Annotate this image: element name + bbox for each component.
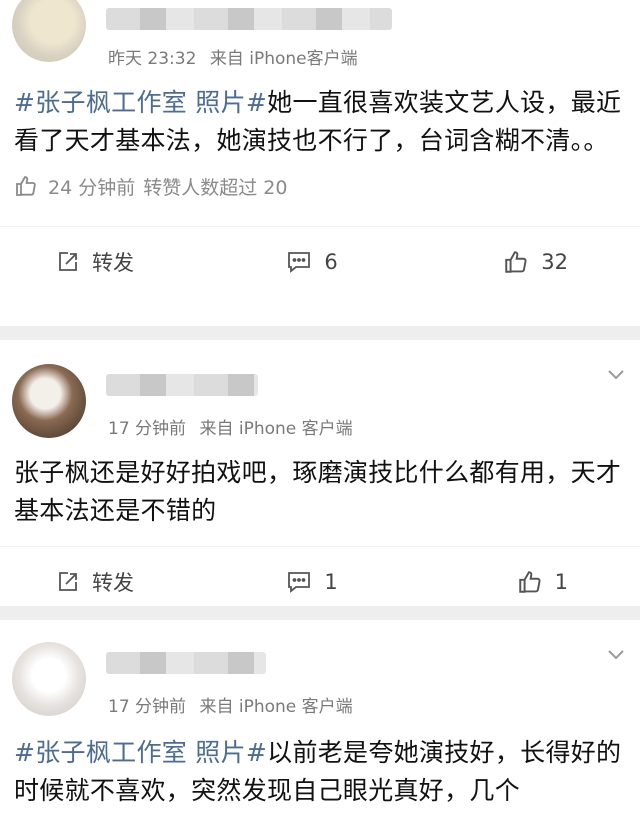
post-card: 17 分钟前 来自 iPhone 客户端 #张子枫工作室 照片#以前老是夸她演技… bbox=[0, 620, 640, 820]
repost-label: 转发 bbox=[92, 571, 134, 595]
comment-button[interactable]: 1 bbox=[227, 570, 398, 594]
liked-notice: 24 分钟前 转赞人数超过 20 bbox=[0, 168, 640, 204]
post-source: 来自 iPhone 客户端 bbox=[199, 419, 353, 439]
comment-button[interactable]: 6 bbox=[227, 250, 398, 274]
comment-icon bbox=[288, 252, 311, 273]
separator bbox=[0, 326, 640, 340]
username-blurred[interactable] bbox=[106, 374, 258, 396]
thumbs-up-icon bbox=[505, 251, 527, 273]
username-blurred[interactable] bbox=[106, 8, 392, 30]
avatar[interactable] bbox=[12, 364, 86, 438]
thumbs-up-icon bbox=[16, 176, 36, 196]
thumbs-up-icon bbox=[518, 571, 541, 593]
action-bar: 转发 6 32 bbox=[0, 226, 640, 297]
post-meta: 17 分钟前 来自 iPhone 客户端 bbox=[108, 692, 353, 717]
repost-button[interactable]: 转发 bbox=[0, 567, 227, 597]
post-card: 昨天 23:32 来自 iPhone客户端 #张子枫工作室 照片#她一直很喜欢装… bbox=[0, 0, 640, 326]
post-text: #张子枫工作室 照片#以前老是夸她演技好，长得好的时候就不喜欢，突然发现自己眼光… bbox=[0, 734, 640, 810]
avatar[interactable] bbox=[12, 642, 86, 716]
avatar[interactable] bbox=[12, 0, 86, 62]
like-button[interactable]: 32 bbox=[397, 249, 640, 275]
share-edit-icon bbox=[59, 252, 77, 271]
like-count: 32 bbox=[541, 250, 569, 274]
post-time: 17 分钟前 bbox=[108, 419, 187, 439]
post-text: 张子枫还是好好拍戏吧，琢磨演技比什么都有用，天才基本法还是不错的 bbox=[0, 454, 640, 530]
comment-icon bbox=[288, 572, 311, 593]
post-body: 张子枫还是好好拍戏吧，琢磨演技比什么都有用，天才基本法还是不错的 bbox=[14, 458, 622, 525]
username-blurred[interactable] bbox=[106, 652, 266, 674]
post-meta: 17 分钟前 来自 iPhone 客户端 bbox=[108, 414, 353, 439]
repost-button[interactable]: 转发 bbox=[0, 247, 227, 277]
share-edit-icon bbox=[59, 572, 77, 591]
comment-count: 6 bbox=[324, 250, 338, 274]
post-header: 17 分钟前 来自 iPhone 客户端 bbox=[0, 620, 640, 724]
liked-time: 24 分钟前 bbox=[48, 176, 136, 199]
weibo-feed: 昨天 23:32 来自 iPhone客户端 #张子枫工作室 照片#她一直很喜欢装… bbox=[0, 0, 640, 820]
comment-count: 1 bbox=[324, 570, 338, 594]
post-time: 昨天 23:32 bbox=[108, 49, 197, 69]
topic-tag[interactable]: #张子枫工作室 照片# bbox=[14, 738, 267, 767]
chevron-down-icon[interactable] bbox=[606, 364, 626, 384]
post-source: 来自 iPhone 客户端 bbox=[199, 697, 353, 717]
liked-count-text: 转赞人数超过 20 bbox=[143, 176, 288, 199]
post-card: 17 分钟前 来自 iPhone 客户端 张子枫还是好好拍戏吧，琢磨演技比什么都… bbox=[0, 340, 640, 606]
topic-tag[interactable]: #张子枫工作室 照片# bbox=[14, 88, 267, 117]
post-time: 17 分钟前 bbox=[108, 697, 187, 717]
post-text: #张子枫工作室 照片#她一直很喜欢装文艺人设，最近看了天才基本法，她演技也不行了… bbox=[0, 84, 640, 160]
chevron-down-icon[interactable] bbox=[606, 644, 626, 664]
repost-label: 转发 bbox=[92, 251, 134, 275]
post-header: 昨天 23:32 来自 iPhone客户端 bbox=[0, 0, 640, 74]
post-header: 17 分钟前 来自 iPhone 客户端 bbox=[0, 340, 640, 444]
like-count: 1 bbox=[554, 570, 569, 594]
like-button[interactable]: 1 bbox=[397, 569, 640, 595]
action-bar: 转发 1 1 bbox=[0, 546, 640, 617]
post-meta: 昨天 23:32 来自 iPhone客户端 bbox=[108, 44, 358, 69]
post-source: 来自 iPhone客户端 bbox=[209, 49, 358, 69]
